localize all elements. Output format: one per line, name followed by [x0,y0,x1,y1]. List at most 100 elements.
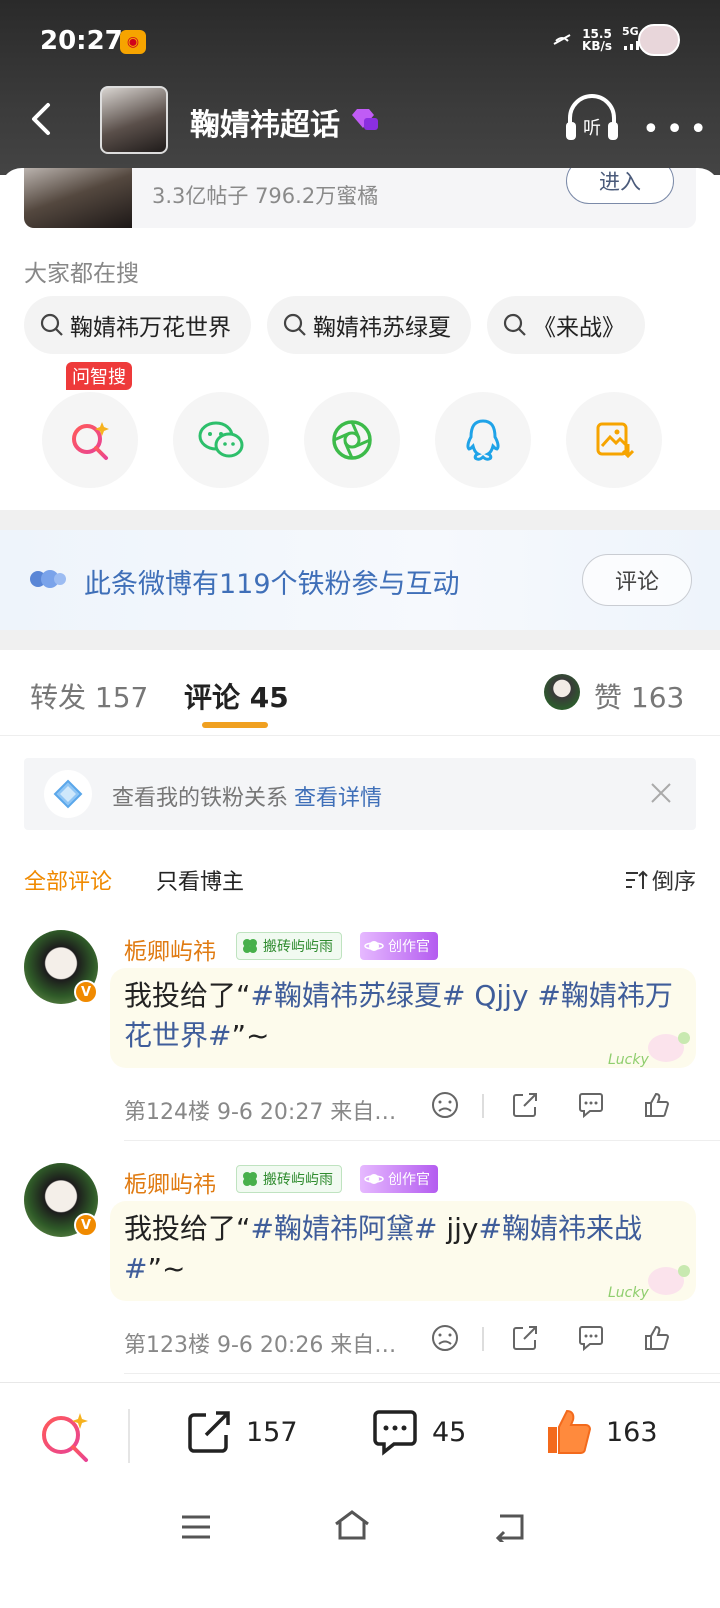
share-row: 问智搜 [42,362,682,488]
status-time: 20:27 [40,26,123,56]
net-speed: 15.5 KB/s [582,26,612,53]
ironfan-diamond-icon [44,770,92,818]
svg-text:Lucky: Lucky [608,1285,649,1301]
top-nav: 鞠婧祎超话 听 ••• [0,84,720,154]
like-button[interactable]: 163 [544,1407,658,1457]
qq-share-button[interactable] [435,392,531,488]
comment-button[interactable]: 45 [370,1407,466,1457]
save-image-button[interactable] [566,392,662,488]
search-tag-label: 《来战》 [533,315,625,341]
topic-card[interactable]: 3.3亿帖子 796.2万蜜橘 进入 [24,168,696,228]
sort-icon [625,870,648,889]
reply-comment-icon[interactable] [576,1323,606,1353]
comment-actions [430,1090,700,1124]
search-icon [283,313,306,336]
comment-username[interactable]: 栀卿屿祎 [124,932,216,966]
tab-comment[interactable]: 评论 45 [184,676,289,716]
topic-title: 鞠婧祎超话 [190,108,340,143]
tab-comment-count: 45 [249,681,289,714]
comment-meta: 第124楼 9-6 20:27 来自… [124,1100,397,1125]
comment-item: V 栀卿屿祎 搬砖屿屿雨 创作官 我投给了“#鞠婧祎苏绿夏# Qjjy #鞠婧祎… [0,930,720,1162]
comment-meta: 第123楼 9-6 20:26 来自… [124,1333,397,1358]
search-tags: 鞠婧祎万花世界 鞠婧祎苏绿夏 《来战》 [24,296,645,354]
ironfan-text: 查看我的铁粉关系 查看详情 [112,786,383,811]
moments-icon [332,420,372,460]
search-tag-label: 鞠婧祎万花世界 [70,315,231,341]
filter-all-comments[interactable]: 全部评论 [24,864,112,896]
repost-icon [188,1411,230,1453]
tab-like[interactable]: 赞 163 [594,676,684,716]
creator-badge: 创作官 [360,1165,438,1193]
lucky-sticker-icon: Lucky [608,1032,690,1068]
topic-stats: 3.3亿帖子 796.2万蜜橘 [152,184,379,208]
comment-filters: 全部评论 只看博主 倒序 [24,864,696,900]
fans-banner-text: 此条微博有119个铁粉参与互动 [84,569,460,600]
tab-like-count: 163 [630,681,685,714]
repost-button[interactable]: 157 [184,1407,298,1457]
diamond-badge-icon [352,109,378,130]
dislike-face-icon[interactable] [430,1323,460,1353]
comment-count: 45 [432,1416,467,1448]
back-nav-icon[interactable] [490,1512,526,1542]
comment-item: V 栀卿屿祎 搬砖屿屿雨 创作官 我投给了“#鞠婧祎阿黛# jjy#鞠婧祎来战#… [0,1163,720,1395]
home-icon[interactable] [332,1508,372,1542]
search-tag[interactable]: 鞠婧祎万花世界 [24,296,251,354]
save-image-icon [596,422,634,459]
fans-comment-button[interactable]: 评论 [582,554,692,606]
liker-avatar [544,674,580,710]
filter-owner-only[interactable]: 只看博主 [156,864,244,896]
more-options-icon[interactable]: ••• [642,112,713,147]
bottom-action-bar: 157 45 163 [0,1382,720,1494]
qq-icon [466,419,500,461]
enter-button[interactable]: 进入 [566,168,674,204]
listen-headphone-icon[interactable]: 听 [562,90,622,146]
menu-icon[interactable] [180,1514,212,1540]
active-tab-indicator [202,722,268,728]
interaction-tabs: 转发 157 评论 45 赞 163 [0,650,720,736]
system-nav-bar [0,1494,720,1608]
svg-text:听: 听 [583,118,601,139]
comment-divider [124,1140,720,1141]
creator-planet-icon [364,1174,384,1184]
zhisou-search-icon[interactable] [38,1409,92,1463]
search-icon [40,313,63,336]
signal-off-icon [553,33,571,45]
back-arrow-icon[interactable] [28,102,54,136]
topic-avatar[interactable] [100,86,168,154]
hashtag-link[interactable]: #鞠婧祎阿黛# [251,1212,438,1245]
verified-v-icon: V [74,1213,98,1237]
wechat-share-button[interactable] [173,392,269,488]
topic-thumbnail [24,168,132,228]
status-right: 15.5 KB/s 5G [552,26,650,53]
tab-repost-count: 157 [94,681,149,714]
zhisou-search-icon [72,422,109,460]
comment-divider [124,1373,720,1374]
ironfan-card[interactable]: 查看我的铁粉关系 查看详情 [24,758,696,830]
reply-comment-icon[interactable] [576,1090,606,1120]
header: 20:27 ◉ 15.5 KB/s 5G 鞠婧祎超话 听 ••• [0,0,720,175]
share-icon[interactable] [510,1090,540,1120]
comment-text: 我投给了“#鞠婧祎苏绿夏# Qjjy #鞠婧祎万花世界#”~ [124,979,673,1052]
tab-repost[interactable]: 转发 157 [30,676,148,716]
comment-username[interactable]: 栀卿屿祎 [124,1165,216,1199]
verified-v-icon: V [74,980,98,1004]
bottom-separator [128,1409,130,1463]
hashtag-link[interactable]: #鞠婧祎苏绿夏# [251,979,466,1012]
close-icon[interactable] [648,780,674,806]
thumbs-up-icon[interactable] [642,1090,672,1120]
clover-icon [243,939,257,953]
thumbs-up-icon[interactable] [642,1323,672,1353]
share-icon[interactable] [510,1323,540,1353]
search-tag[interactable]: 《来战》 [487,296,645,354]
fan-group-badge: 搬砖屿屿雨 [236,1165,342,1193]
sort-toggle[interactable]: 倒序 [624,864,696,896]
search-icon [503,313,526,336]
section-divider [0,630,720,650]
zhisou-button[interactable]: 问智搜 [42,362,138,488]
search-tag[interactable]: 鞠婧祎苏绿夏 [267,296,471,354]
dislike-face-icon[interactable] [430,1090,460,1120]
search-tag-label: 鞠婧祎苏绿夏 [313,315,451,341]
fan-group-badge: 搬砖屿屿雨 [236,932,342,960]
moments-share-button[interactable] [304,392,400,488]
ironfan-details-link[interactable]: 查看详情 [294,786,382,811]
